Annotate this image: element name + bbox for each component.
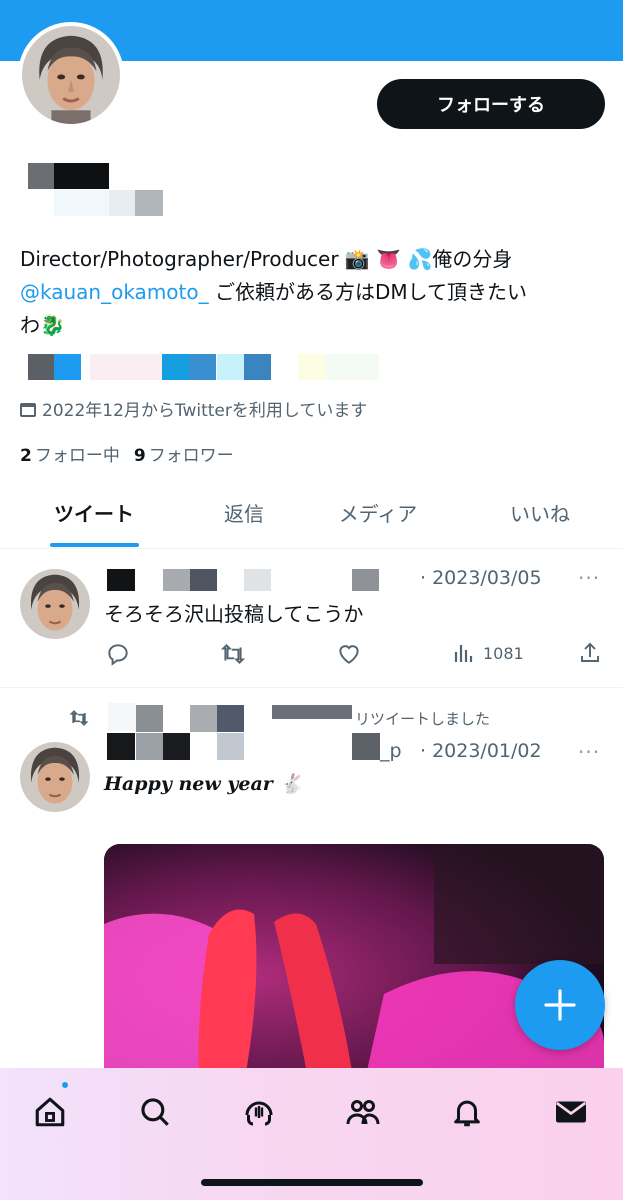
tweet-avatar[interactable] xyxy=(20,569,90,639)
followers-label: フォロワー xyxy=(148,446,234,466)
messages-icon xyxy=(555,1101,587,1123)
reply-button[interactable] xyxy=(105,641,131,667)
more-dots-icon[interactable]: ··· xyxy=(578,740,600,764)
reply-icon xyxy=(108,644,128,666)
tab-replies[interactable]: 返信 xyxy=(190,485,298,548)
followers-link[interactable]: 9 フォロワー xyxy=(134,446,234,466)
views-count: 1081 xyxy=(483,643,524,663)
tweet-date: · 2023/03/05 xyxy=(420,567,542,589)
tab-tweets[interactable]: ツイート xyxy=(30,485,158,548)
bio-line-3: わ🐉 xyxy=(20,313,65,337)
nav-home[interactable] xyxy=(27,1090,73,1134)
retweet-button[interactable] xyxy=(219,641,247,667)
retweet-icon xyxy=(220,643,246,665)
nav-search[interactable] xyxy=(132,1090,178,1134)
home-icon xyxy=(35,1097,65,1127)
tweet-date: · 2023/01/02 xyxy=(420,740,542,762)
nav-messages[interactable] xyxy=(548,1090,594,1134)
views-icon xyxy=(454,645,473,662)
nav-communities[interactable] xyxy=(340,1090,386,1134)
joined-date: 2022年12月からTwitterを利用しています xyxy=(20,396,367,421)
home-indicator[interactable] xyxy=(201,1179,423,1186)
avatar-image xyxy=(20,742,90,812)
more-dots-icon[interactable]: ··· xyxy=(578,566,600,590)
like-icon xyxy=(339,645,359,664)
tweet-text: そろそろ沢山投稿してこうか xyxy=(104,602,364,626)
followers-count: 9 xyxy=(133,446,146,466)
joined-text: 2022年12月からTwitterを利用しています xyxy=(42,401,368,421)
views-button[interactable]: 1081 xyxy=(452,641,524,665)
bio-mention-link[interactable]: @kauan_okamoto_ xyxy=(20,280,209,304)
search-icon xyxy=(141,1098,169,1126)
active-tab-indicator xyxy=(50,543,139,547)
communities-icon xyxy=(346,1100,380,1125)
tweet-avatar[interactable] xyxy=(20,742,90,812)
notifications-icon xyxy=(454,1100,480,1127)
tweet-divider xyxy=(0,687,623,688)
profile-avatar[interactable] xyxy=(18,22,124,128)
profile-tabs: ツイート 返信 メディア いいね xyxy=(0,485,623,549)
retweet-label: リツイートしました xyxy=(355,710,491,728)
notification-dot xyxy=(60,1080,70,1090)
avatar-image xyxy=(20,569,90,639)
bio-line-2-text: ご依頼がある方はDMして頂きたい xyxy=(208,280,528,304)
tweet-text: Happy new year 🐇 xyxy=(104,773,304,795)
nav-notifications[interactable] xyxy=(444,1090,490,1134)
following-label: フォロー中 xyxy=(34,446,120,466)
calendar-icon xyxy=(20,403,36,417)
bio-line-1: Director/Photographer/Producer 📸 👅 💦俺の分身 xyxy=(20,247,513,271)
tab-likes[interactable]: いいね xyxy=(482,485,598,548)
retweet-icon xyxy=(69,710,89,726)
follow-counts: 2 フォロー中 9 フォロワー xyxy=(20,441,234,466)
compose-button[interactable] xyxy=(515,960,605,1050)
avatar-image xyxy=(22,26,120,124)
profile-bio: Director/Photographer/Producer 📸 👅 💦俺の分身… xyxy=(20,243,610,342)
compose-plus-icon xyxy=(544,989,576,1021)
follow-button[interactable]: フォローする xyxy=(377,79,605,129)
following-link[interactable]: 2 フォロー中 xyxy=(20,446,120,466)
tab-media[interactable]: メディア xyxy=(318,485,438,548)
share-button[interactable] xyxy=(578,641,602,665)
spaces-icon xyxy=(245,1101,273,1126)
nav-spaces[interactable] xyxy=(236,1090,282,1134)
bio-line-2: @kauan_okamoto_ ご依頼がある方はDMして頂きたい xyxy=(20,276,610,309)
following-count: 2 xyxy=(20,446,32,466)
like-button[interactable] xyxy=(336,641,362,667)
retweeted-indicator xyxy=(68,708,90,728)
share-icon xyxy=(581,642,599,662)
tweet-handle: _p xyxy=(380,740,402,762)
